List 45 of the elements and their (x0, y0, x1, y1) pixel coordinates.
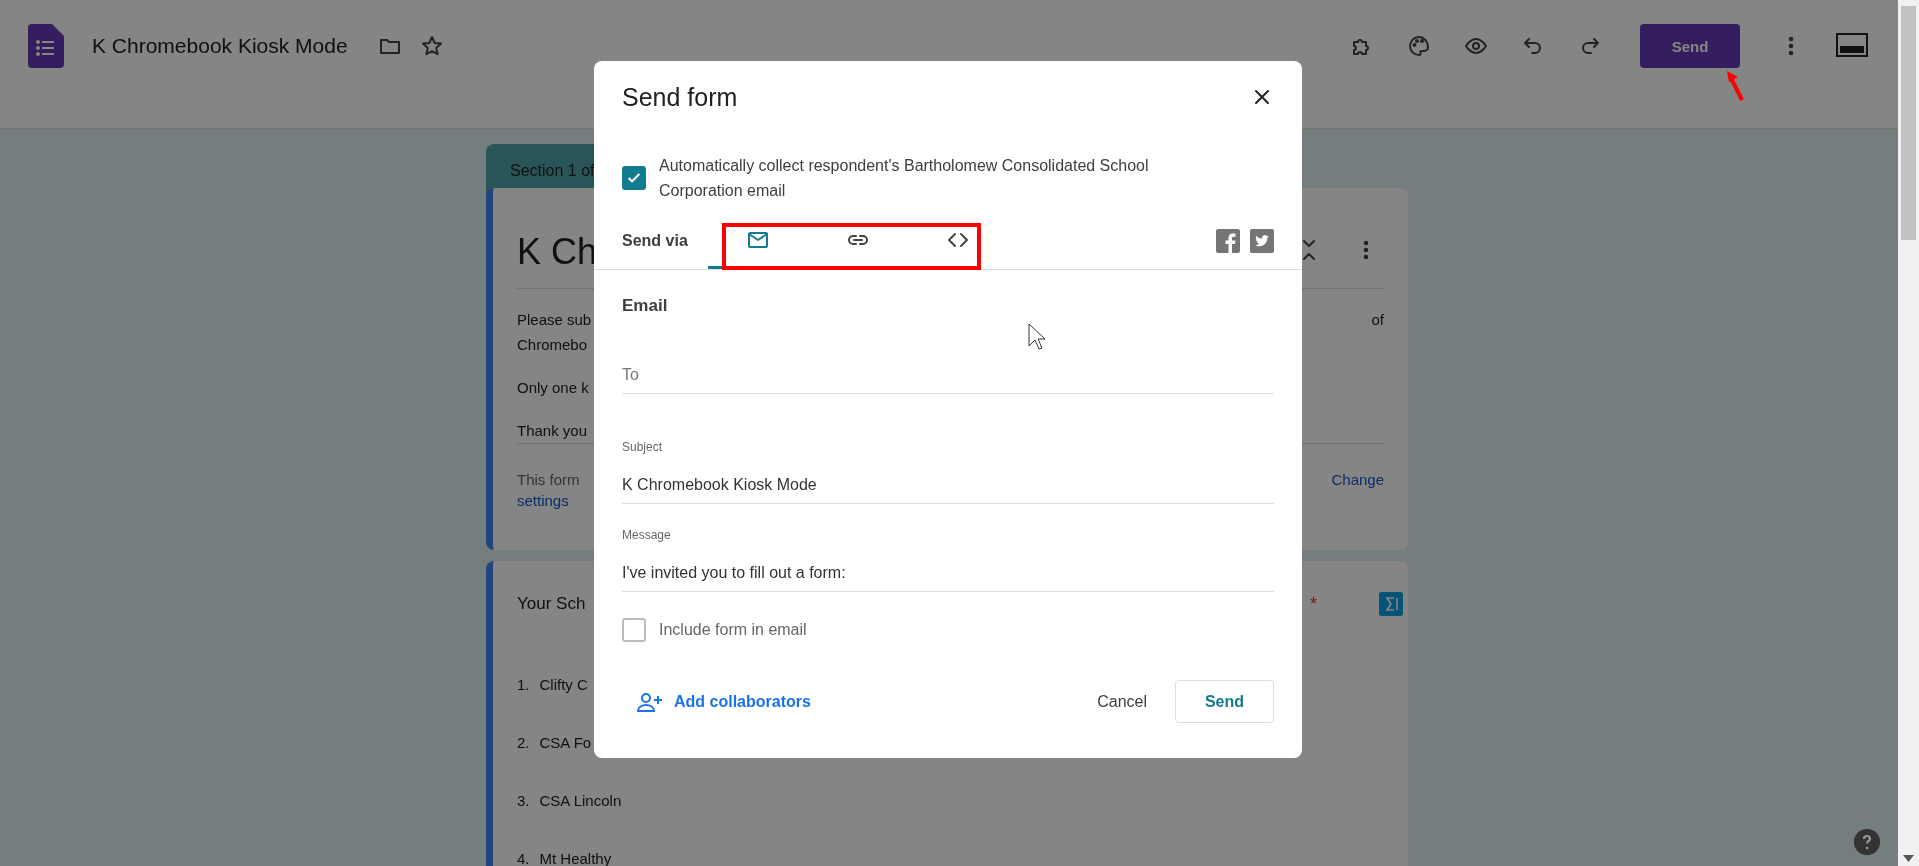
monitor-icon[interactable] (1836, 32, 1868, 60)
section-title: Email (622, 296, 669, 316)
description-text: Only one k (517, 378, 589, 398)
scroll-thumb[interactable] (1901, 6, 1916, 240)
form-heading: K Ch (517, 230, 598, 274)
subject-field[interactable]: K Chromebook Kiosk Mode (622, 472, 1274, 504)
description-text: Chromebo (517, 335, 588, 355)
field-label: Message (622, 528, 671, 542)
option-label: CSA Lincoln (539, 792, 622, 810)
palette-icon[interactable] (1407, 34, 1431, 58)
required-mark: * (1310, 593, 1317, 616)
cursor-icon (1028, 323, 1046, 351)
option-label: CSA Fo (539, 734, 592, 752)
cancel-button[interactable]: Cancel (1085, 684, 1159, 719)
description-text: Thank you (517, 421, 588, 441)
add-collaborators-button[interactable]: Add collaborators (622, 689, 811, 714)
star-icon[interactable] (419, 34, 444, 58)
option-number: 4. (517, 850, 530, 866)
arrow-annotation (1724, 70, 1746, 102)
question-title: Your Sch (517, 593, 586, 615)
checkbox[interactable] (622, 618, 646, 642)
change-link[interactable]: Change (1331, 467, 1384, 492)
scrollbar[interactable] (1898, 0, 1919, 866)
form-title[interactable]: K Chromebook Kiosk Mode (92, 34, 348, 58)
checkbox[interactable] (622, 166, 646, 190)
facebook-icon[interactable] (1216, 229, 1240, 253)
description-text: of (1371, 310, 1384, 330)
message-field[interactable]: I've invited you to fill out a form: (622, 560, 1274, 592)
note-text: This form (517, 470, 580, 490)
send-button[interactable]: Send (1175, 680, 1274, 723)
settings-link[interactable]: settings (517, 492, 569, 509)
description-text: Please sub (517, 310, 592, 330)
send-button[interactable]: Send (1640, 24, 1740, 68)
bird-icon[interactable] (1250, 229, 1274, 253)
to-field[interactable]: To (622, 362, 1274, 394)
option-number: 1. (517, 676, 530, 694)
checkbox-label: Include form in email (659, 621, 807, 639)
option-number: 2. (517, 734, 530, 752)
forms-logo-icon[interactable] (28, 24, 64, 68)
field-label: Subject (622, 440, 663, 454)
scroll-down-icon[interactable] (1903, 855, 1914, 862)
option-label: Clifty C (539, 676, 588, 694)
dialog-title: Send form (622, 82, 738, 112)
send-via-label: Send via (622, 232, 689, 250)
option-number: 3. (517, 792, 530, 810)
